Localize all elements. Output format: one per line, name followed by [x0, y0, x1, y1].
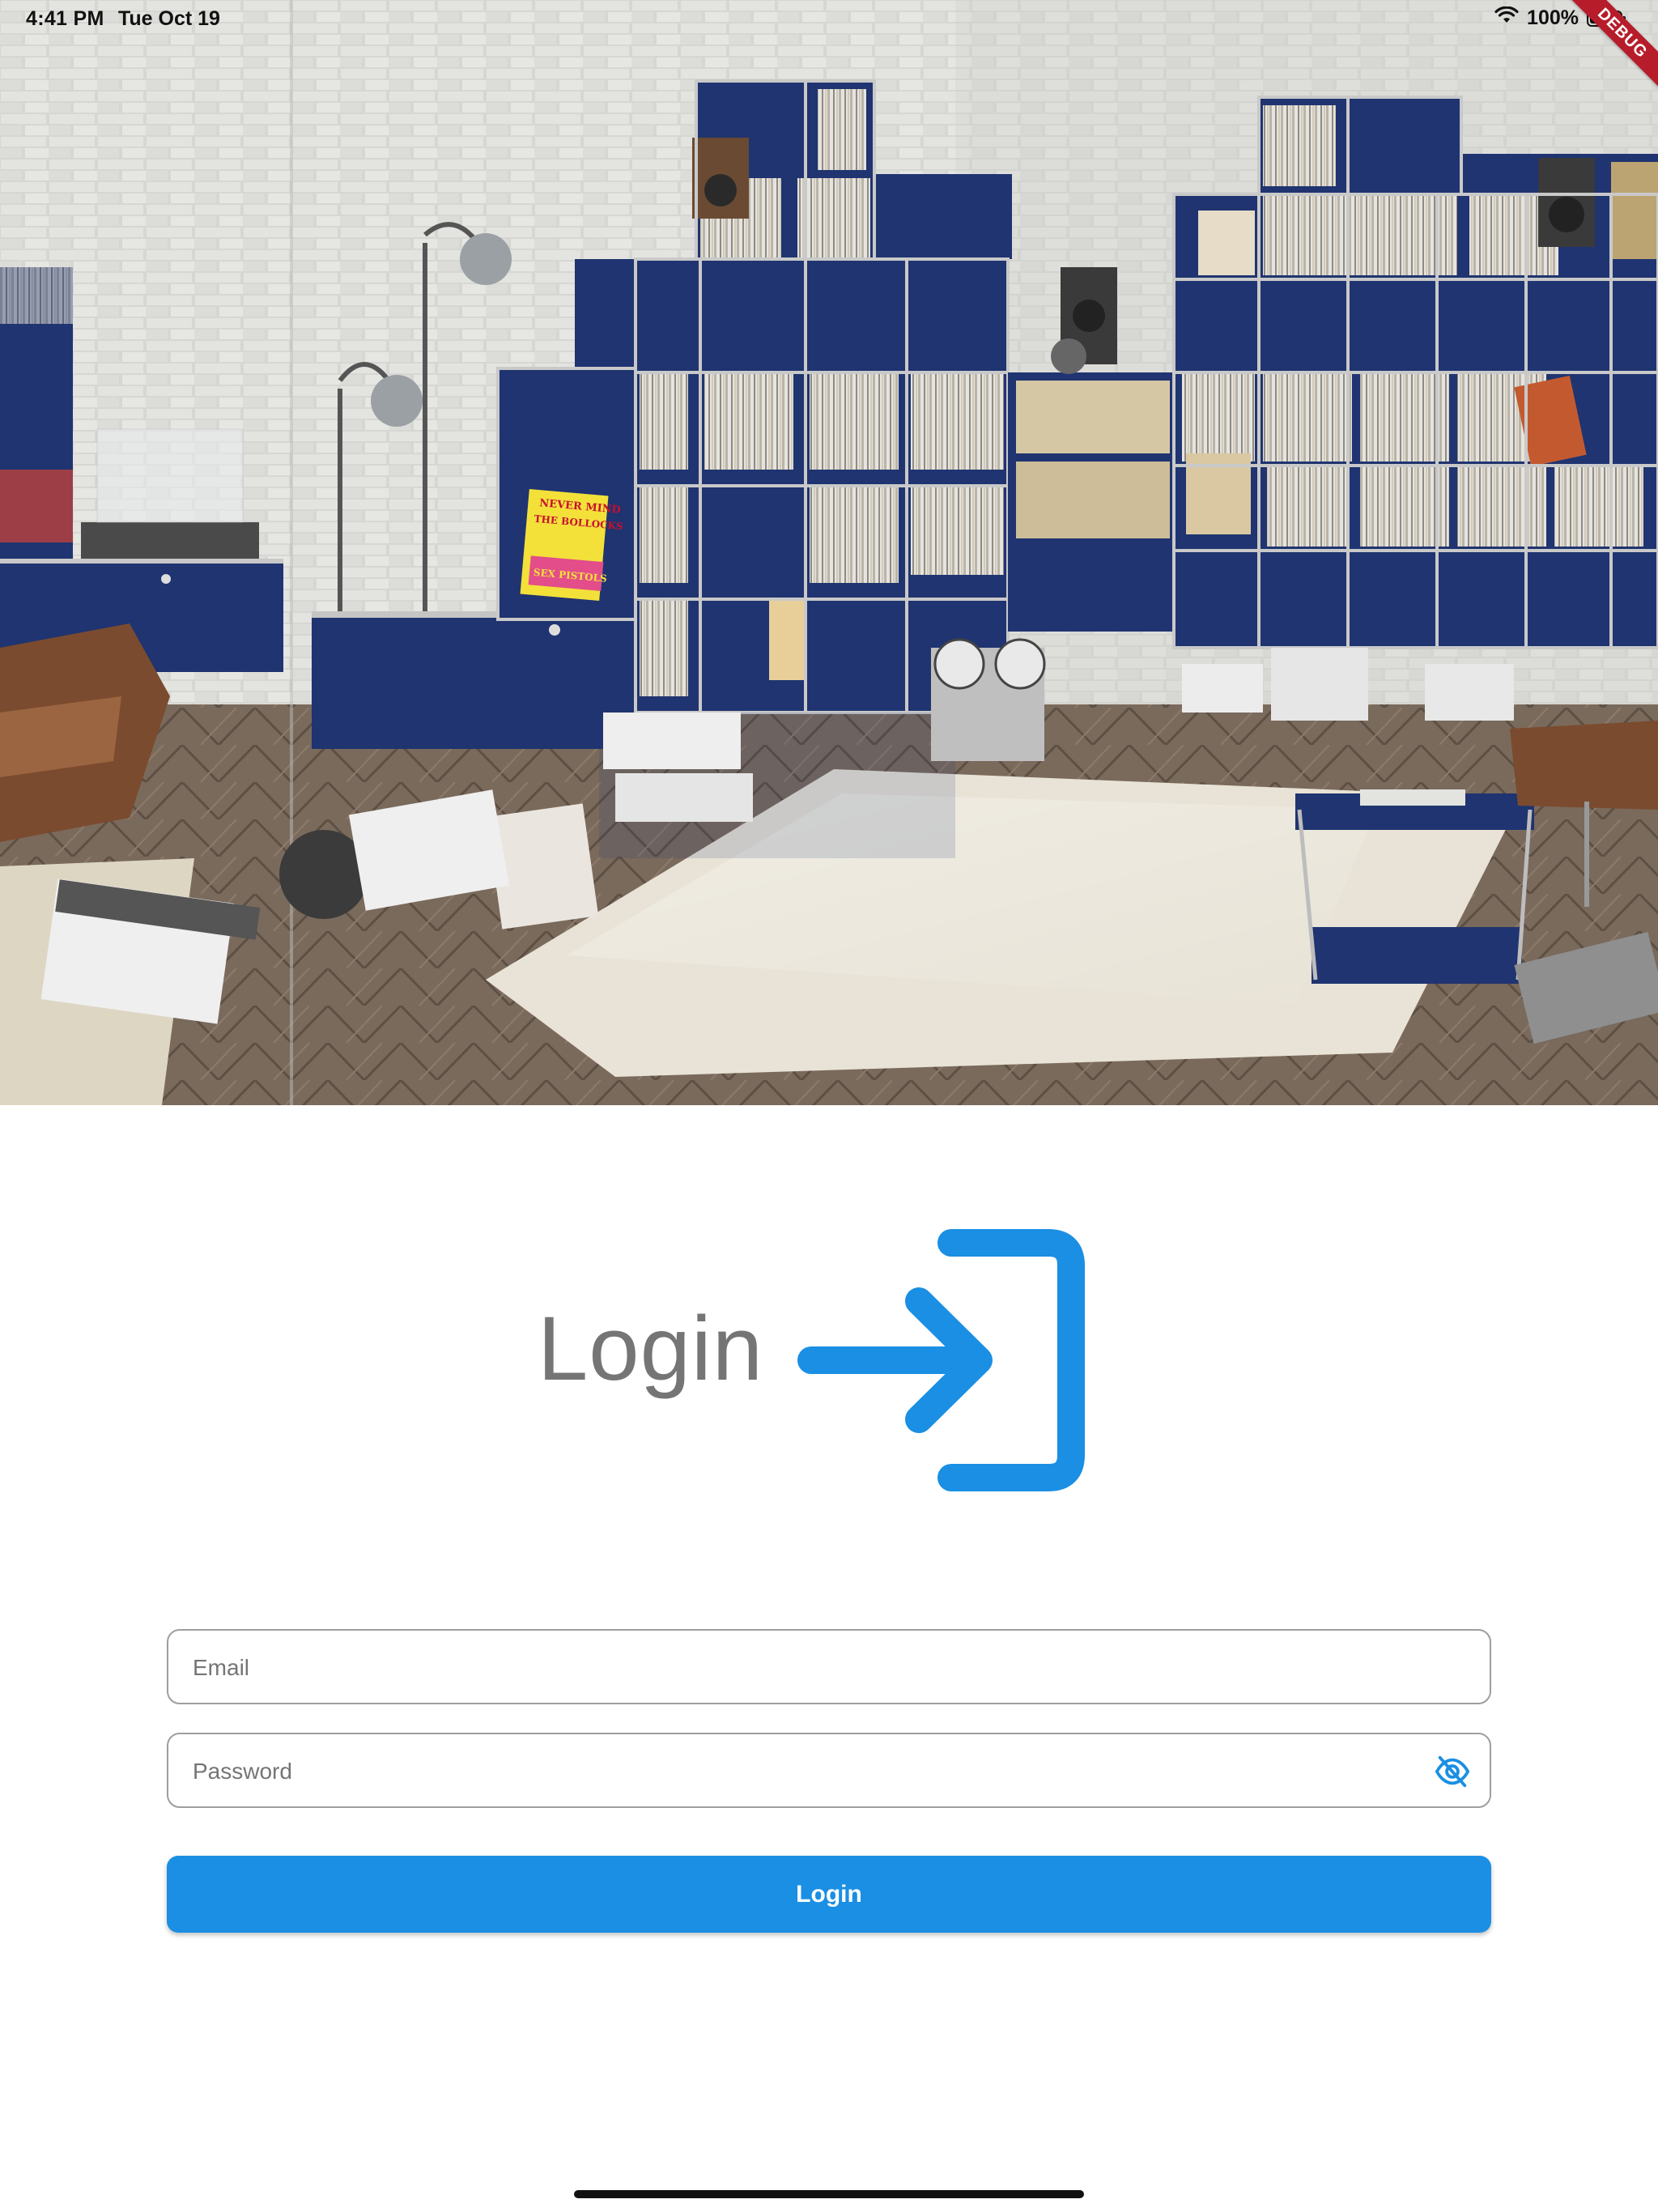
- battery-icon: [1587, 10, 1626, 27]
- email-input[interactable]: [191, 1631, 1392, 1704]
- wifi-icon: [1494, 6, 1519, 30]
- status-date: Tue Oct 19: [118, 7, 220, 30]
- status-bar: 4:41 PM Tue Oct 19 100%: [0, 0, 1658, 39]
- status-time: 4:41 PM: [26, 7, 104, 30]
- status-right-group: 100%: [1494, 6, 1626, 30]
- login-button[interactable]: Login: [167, 1856, 1491, 1933]
- login-icon: [797, 1227, 1099, 1494]
- page-title: Login: [538, 1298, 764, 1399]
- email-field[interactable]: [167, 1629, 1491, 1704]
- battery-percentage: 100%: [1527, 6, 1579, 29]
- home-indicator[interactable]: [574, 2190, 1084, 2198]
- password-input[interactable]: [191, 1734, 1392, 1808]
- login-screen: NEVER MIND THE BOLLOCKS SEX PISTOLS 4:41…: [0, 0, 1658, 2212]
- living-room-shelves-illustration: NEVER MIND THE BOLLOCKS SEX PISTOLS: [0, 0, 1658, 1105]
- eye-off-icon[interactable]: [1431, 1750, 1473, 1793]
- password-field[interactable]: [167, 1733, 1491, 1808]
- hero-image: NEVER MIND THE BOLLOCKS SEX PISTOLS: [0, 0, 1658, 1105]
